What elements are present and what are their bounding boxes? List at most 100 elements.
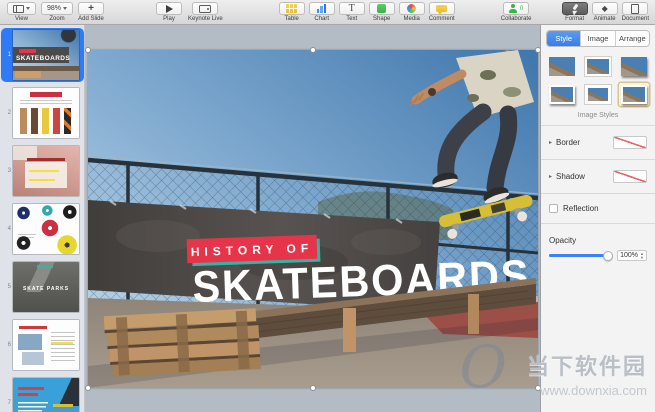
selection-handle[interactable] xyxy=(85,47,91,53)
border-section: ▸ Border xyxy=(541,132,655,153)
slide-thumbnail-6[interactable]: 6 xyxy=(1,318,84,372)
toolbar: View 98% Zoom + Add Slide Play Keynote L… xyxy=(0,0,655,25)
table-button[interactable]: Table xyxy=(279,2,305,23)
slide-thumb-art xyxy=(13,88,79,138)
support-post xyxy=(468,294,479,334)
slide-number: 6 xyxy=(3,342,11,348)
chart-icon xyxy=(316,4,327,13)
play-label: Play xyxy=(163,15,175,23)
shape-button[interactable]: Shape xyxy=(369,2,395,23)
slide-image[interactable]: HISTORY OF SKATEBOARDS xyxy=(88,50,538,388)
animate-icon: ◆ xyxy=(602,4,608,13)
animate-label: Animate xyxy=(594,15,616,23)
opacity-section: Opacity 100% ▲ ▼ xyxy=(541,230,655,261)
chevron-down-icon xyxy=(26,7,30,10)
slide-canvas[interactable]: HISTORY OF SKATEBOARDS xyxy=(86,25,540,412)
slide-number: 1 xyxy=(3,52,11,58)
animate-button[interactable]: ◆ Animate xyxy=(592,2,618,23)
tab-image[interactable]: Image xyxy=(581,31,615,46)
pallet-stack xyxy=(104,308,261,377)
tab-style[interactable]: Style xyxy=(547,31,581,46)
selection-handle[interactable] xyxy=(310,385,316,391)
opacity-field[interactable]: 100% ▲ ▼ xyxy=(617,250,647,261)
zoom-value: 98% xyxy=(47,5,61,12)
view-label: View xyxy=(15,15,28,23)
thumb-caption: SKATE PARKS xyxy=(13,286,79,292)
border-label: Border xyxy=(556,138,613,147)
keynote-live-label: Keynote Live xyxy=(188,15,223,23)
image-style-option-5[interactable] xyxy=(583,83,613,106)
chevron-down-icon xyxy=(63,7,67,10)
slide-thumbnail-7[interactable]: 7 xyxy=(1,376,84,412)
media-button[interactable]: Media xyxy=(399,2,425,23)
slide-thumbnail-3[interactable]: 3 xyxy=(1,144,84,198)
slide-thumbnail-5[interactable]: 5 SKATE PARKS xyxy=(1,260,84,314)
chart-button[interactable]: Chart xyxy=(309,2,335,23)
media-label: Media xyxy=(404,15,420,23)
slide-number: 4 xyxy=(3,226,11,232)
image-style-option-4[interactable] xyxy=(547,83,577,106)
play-icon xyxy=(166,5,173,13)
thumb-title: SKATEBOARDS xyxy=(16,55,70,62)
tab-arrange[interactable]: Arrange xyxy=(616,31,649,46)
shape-label: Shape xyxy=(373,15,390,23)
format-label: Format xyxy=(565,15,584,23)
keynote-live-button[interactable]: Keynote Live xyxy=(188,2,223,23)
selection-handle[interactable] xyxy=(310,47,316,53)
slide-thumb-art: SKATEBOARDS xyxy=(13,30,79,80)
opacity-slider[interactable] xyxy=(549,254,612,257)
disclosure-icon[interactable]: ▸ xyxy=(549,173,552,180)
play-button[interactable]: Play xyxy=(156,2,182,23)
opacity-value: 100% xyxy=(620,252,638,259)
support-post xyxy=(343,308,356,352)
slide-thumb-art xyxy=(13,378,79,412)
shadow-style-well[interactable] xyxy=(613,170,647,183)
slide-number: 2 xyxy=(3,110,11,116)
slide-thumbnail-4[interactable]: 4 xyxy=(1,202,84,256)
image-style-option-2[interactable] xyxy=(583,55,613,78)
reflection-section: Reflection xyxy=(541,200,655,217)
slide-number: 3 xyxy=(3,168,11,174)
slide-thumbnail-2[interactable]: 2 xyxy=(1,86,84,140)
disclosure-icon[interactable]: ▸ xyxy=(549,139,552,146)
text-button[interactable]: T Text xyxy=(339,2,365,23)
slide-navigator: 1 SKATEBOARDS 2 3 4 5 SKATE PARKS 6 xyxy=(0,25,85,412)
zoom-label: Zoom xyxy=(49,15,64,23)
slide-thumbnail-1[interactable]: 1 SKATEBOARDS xyxy=(1,28,84,82)
stepper-down-icon[interactable]: ▼ xyxy=(640,256,644,260)
table-label: Table xyxy=(285,15,299,23)
text-label: Text xyxy=(346,15,357,23)
image-style-option-6[interactable] xyxy=(619,83,649,106)
slide-thumb-art xyxy=(13,146,79,196)
slide-thumb-art: SKATE PARKS xyxy=(13,262,79,312)
collaborate-button[interactable]: 0 Collaborate xyxy=(501,2,532,23)
comment-icon xyxy=(436,5,447,12)
inspector-tabs: Style Image Arrange xyxy=(546,30,650,47)
add-slide-button[interactable]: + Add Slide xyxy=(78,2,104,23)
border-style-well[interactable] xyxy=(613,136,647,149)
slide-thumb-art xyxy=(13,204,79,254)
reflection-checkbox[interactable] xyxy=(549,204,558,213)
chart-label: Chart xyxy=(314,15,329,23)
selection-handle[interactable] xyxy=(85,385,91,391)
image-style-option-3[interactable] xyxy=(619,55,649,78)
view-button[interactable]: View xyxy=(7,2,36,23)
collaborate-badge: 0 xyxy=(520,6,523,12)
plus-icon: + xyxy=(88,4,94,14)
image-styles-grid xyxy=(541,55,655,106)
reflection-label: Reflection xyxy=(563,204,647,213)
zoom-button[interactable]: 98% Zoom xyxy=(41,2,73,23)
slide-number: 5 xyxy=(3,284,11,290)
opacity-slider-knob[interactable] xyxy=(603,251,613,261)
format-brush-icon xyxy=(570,4,580,14)
document-label: Document xyxy=(622,15,649,23)
format-button[interactable]: Format xyxy=(562,2,588,23)
comment-button[interactable]: Comment xyxy=(429,2,455,23)
document-button[interactable]: Document xyxy=(622,2,649,23)
shadow-label: Shadow xyxy=(556,172,613,181)
opacity-stepper[interactable]: ▲ ▼ xyxy=(640,252,644,259)
keynote-window: View 98% Zoom + Add Slide Play Keynote L… xyxy=(0,0,655,412)
image-style-option-1[interactable] xyxy=(547,55,577,78)
comment-label: Comment xyxy=(429,15,455,23)
collaborate-icon xyxy=(509,4,518,13)
